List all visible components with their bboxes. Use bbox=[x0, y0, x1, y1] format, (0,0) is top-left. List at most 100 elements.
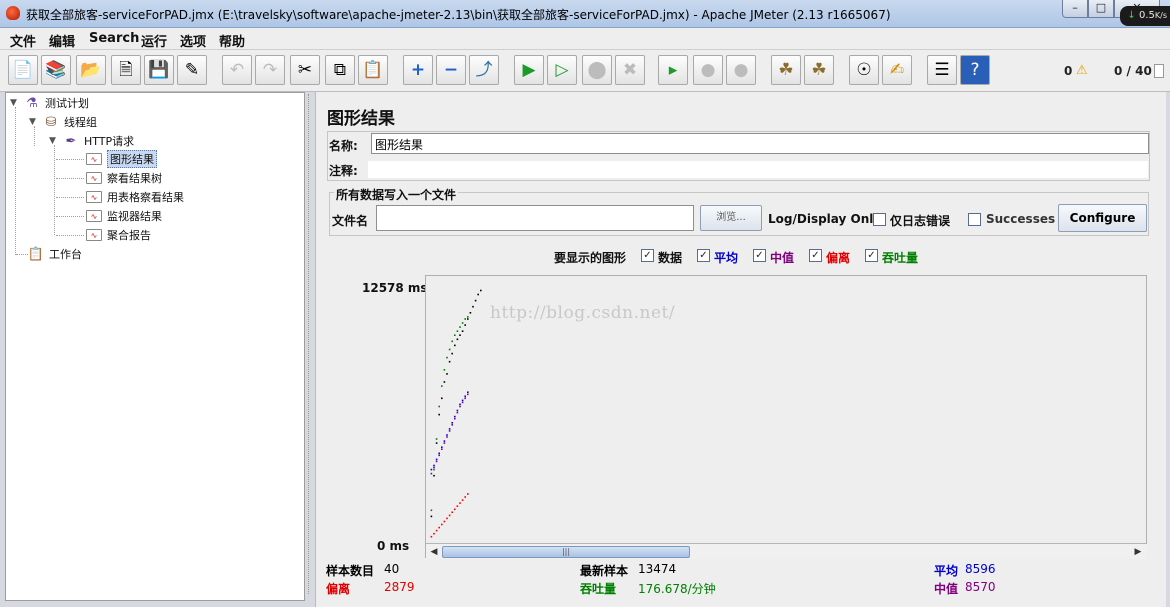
start-no-pause-icon[interactable]: ▷ bbox=[547, 55, 577, 85]
minimize-button[interactable]: – bbox=[1062, 0, 1088, 18]
collapse-all-icon[interactable]: − bbox=[436, 55, 466, 85]
start-icon[interactable]: ▶ bbox=[514, 55, 544, 85]
tree-item-monitor-results[interactable]: ∿ 监视器结果 bbox=[86, 207, 162, 225]
toggle-icon[interactable]: ⤴ bbox=[469, 55, 499, 85]
test-plan-tree[interactable]: ▼ ⚗ 测试计划 ▼ ⛁ 线程组 ▼ ✒ HTTP请求 ∿ 图形结果 ∿ 察看结… bbox=[5, 92, 305, 601]
point-series0-19 bbox=[480, 289, 482, 292]
maximize-button[interactable]: □ bbox=[1088, 0, 1114, 18]
templates-icon[interactable]: 📚 bbox=[41, 55, 71, 85]
cut-icon[interactable]: ✂ bbox=[290, 55, 320, 85]
filename-input[interactable] bbox=[376, 205, 694, 231]
tree-item-workbench[interactable]: 📋 工作台 bbox=[28, 245, 82, 263]
browse-button[interactable]: 浏览... bbox=[700, 205, 762, 231]
undo-icon[interactable]: ↶ bbox=[222, 55, 252, 85]
scroll-left-icon[interactable]: ◀ bbox=[427, 545, 441, 559]
remote-start-all-icon[interactable]: ▸ bbox=[658, 55, 688, 85]
redo-icon[interactable]: ↷ bbox=[255, 55, 285, 85]
log-display-label: Log/Display Only: bbox=[768, 212, 886, 226]
split-pane-divider[interactable] bbox=[305, 92, 315, 607]
tree-item-http-request[interactable]: ▼ ✒ HTTP请求 bbox=[49, 132, 134, 150]
point-series2-9 bbox=[454, 417, 456, 420]
median-stat-label: 中值 bbox=[934, 582, 959, 596]
point-series0-6 bbox=[446, 373, 448, 375]
point-series4-2 bbox=[435, 438, 438, 440]
tree-item-label: 监视器结果 bbox=[107, 210, 162, 223]
configure-button[interactable]: Configure bbox=[1058, 204, 1147, 232]
save-as-icon[interactable]: ✎ bbox=[177, 55, 207, 85]
toolbar: 📄 📚 📂 🗎 💾 ✎ ↶ ↷ ✂ ⧉ 📋 + − ⤴ ▶ ▷ ⬤ ✖ ▸ ● … bbox=[0, 50, 1170, 92]
paste-icon[interactable]: 📋 bbox=[358, 55, 388, 85]
tree-item-graph-results[interactable]: ∿ 图形结果 bbox=[86, 150, 157, 168]
tree-item-label: 察看结果树 bbox=[107, 172, 162, 185]
point-series4-12 bbox=[461, 322, 464, 324]
point-series2-11 bbox=[459, 405, 461, 408]
point-series1-1 bbox=[433, 464, 435, 467]
new-icon[interactable]: 📄 bbox=[8, 55, 38, 85]
point-series4-8 bbox=[451, 340, 453, 343]
search-binoculars-icon[interactable]: ☉ bbox=[849, 55, 879, 85]
remote-shutdown-all-icon[interactable]: ● bbox=[726, 55, 756, 85]
point-series1-4 bbox=[441, 446, 443, 448]
point-series4-0 bbox=[430, 509, 433, 512]
menu-edit[interactable]: 编辑 bbox=[49, 31, 75, 50]
menu-options[interactable]: 选项 bbox=[180, 31, 206, 50]
clear-icon[interactable]: ☘ bbox=[771, 55, 801, 85]
menu-run[interactable]: 运行 bbox=[141, 31, 167, 50]
expander-icon[interactable]: ▼ bbox=[49, 136, 59, 146]
point-series2-4 bbox=[441, 448, 443, 450]
expander-icon[interactable]: ▼ bbox=[29, 117, 39, 127]
reset-search-broom-icon[interactable]: ✍ bbox=[882, 55, 912, 85]
throughput-stat-value: 176.678/分钟 bbox=[638, 582, 716, 596]
tree-item-label: HTTP请求 bbox=[84, 135, 135, 148]
tree-item-aggregate-report[interactable]: ∿ 聚合报告 bbox=[86, 226, 151, 244]
warning-icon[interactable]: ⚠ bbox=[1076, 63, 1088, 78]
data-checkbox[interactable]: ✓ bbox=[641, 249, 654, 262]
tree-item-view-results-tree[interactable]: ∿ 察看结果树 bbox=[86, 169, 162, 187]
median-checkbox[interactable]: ✓ bbox=[753, 249, 766, 262]
deviation-option-label: 偏离 bbox=[826, 251, 851, 265]
remote-stop-all-icon[interactable]: ● bbox=[693, 55, 723, 85]
throughput-checkbox[interactable]: ✓ bbox=[865, 249, 878, 262]
shutdown-icon[interactable]: ✖ bbox=[615, 55, 645, 85]
point-series0-11 bbox=[459, 334, 461, 336]
expand-all-icon[interactable]: + bbox=[403, 55, 433, 85]
expander-icon[interactable]: ▼ bbox=[10, 98, 20, 108]
menu-file[interactable]: 文件 bbox=[10, 31, 36, 50]
point-series3-1 bbox=[433, 532, 435, 535]
tree-item-view-results-table[interactable]: ∿ 用表格察看结果 bbox=[86, 188, 184, 206]
help-icon[interactable]: ? bbox=[960, 55, 990, 85]
function-helper-icon[interactable]: ☰ bbox=[927, 55, 957, 85]
clear-all-icon[interactable]: ☘ bbox=[804, 55, 834, 85]
menu-help[interactable]: 帮助 bbox=[219, 31, 245, 50]
save-icon[interactable]: 💾 bbox=[144, 55, 174, 85]
errors-only-checkbox[interactable] bbox=[873, 213, 886, 226]
toolbar-scroll-indicator bbox=[1154, 64, 1164, 78]
comment-field[interactable] bbox=[367, 160, 1149, 179]
stop-icon[interactable]: ⬤ bbox=[582, 55, 612, 85]
tree-item-label: 图形结果 bbox=[107, 150, 157, 168]
point-series2-14 bbox=[467, 393, 469, 396]
point-series4-11 bbox=[459, 326, 461, 328]
point-series0-7 bbox=[448, 360, 451, 363]
copy-icon[interactable]: ⧉ bbox=[325, 55, 355, 85]
point-series0-0 bbox=[430, 515, 433, 518]
deviation-checkbox[interactable]: ✓ bbox=[809, 249, 822, 262]
close-file-icon[interactable]: 🗎 bbox=[111, 55, 141, 85]
net-speed-unit: K/s bbox=[1154, 11, 1167, 20]
jmeter-feather-icon bbox=[6, 6, 20, 20]
average-checkbox[interactable]: ✓ bbox=[697, 249, 710, 262]
scroll-right-icon[interactable]: ▶ bbox=[1131, 545, 1145, 559]
scrollbar-thumb[interactable]: ||| bbox=[442, 546, 690, 558]
graph-horizontal-scrollbar[interactable]: ◀ ||| ▶ bbox=[426, 543, 1147, 559]
tree-item-label: 线程组 bbox=[64, 116, 97, 129]
latest-sample-value: 13474 bbox=[638, 562, 677, 576]
tree-item-test-plan[interactable]: ▼ ⚗ 测试计划 bbox=[10, 94, 89, 112]
menu-search[interactable]: Search bbox=[89, 31, 139, 46]
successes-checkbox[interactable] bbox=[968, 213, 981, 226]
point-series4-10 bbox=[456, 330, 459, 332]
tree-item-thread-group[interactable]: ▼ ⛁ 线程组 bbox=[29, 113, 97, 131]
name-field[interactable]: 图形结果 bbox=[371, 133, 1149, 154]
point-series0-5 bbox=[443, 381, 446, 383]
throughput-stat-label: 吞吐量 bbox=[580, 582, 617, 596]
open-icon[interactable]: 📂 bbox=[76, 55, 106, 85]
